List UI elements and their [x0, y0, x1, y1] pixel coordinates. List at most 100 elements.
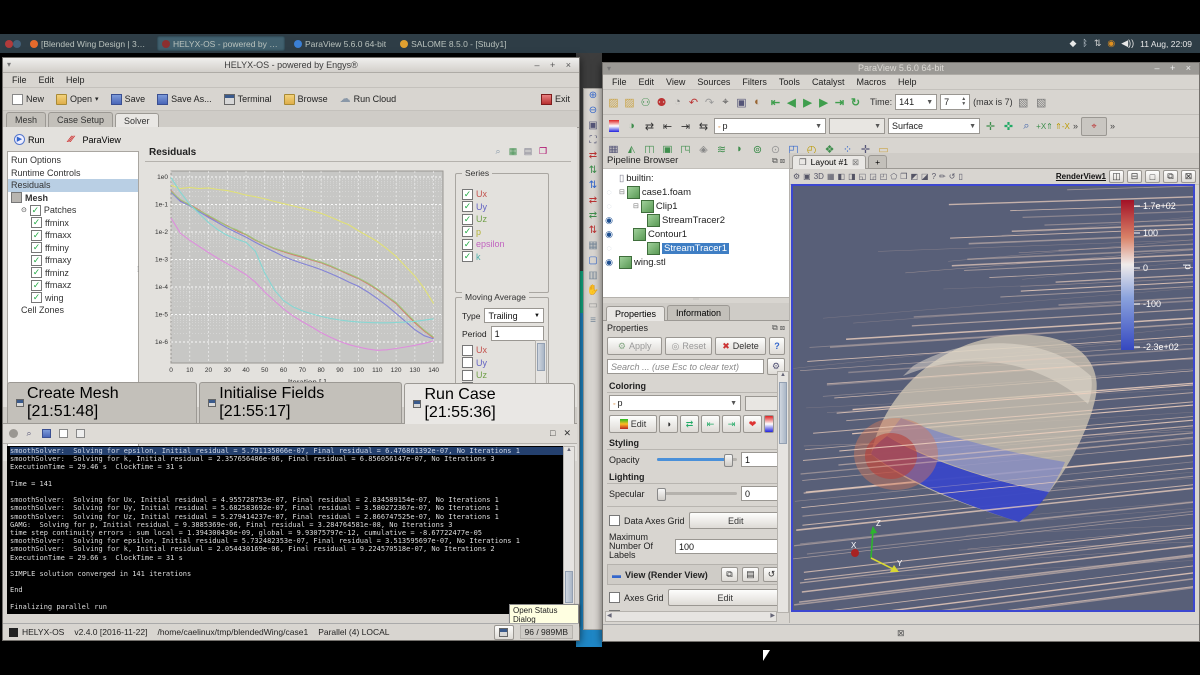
- pipeline-item-case1foam[interactable]: ◌⊟case1.foam: [603, 185, 789, 199]
- tree-item-mesh[interactable]: Mesh: [8, 192, 138, 205]
- reset-camera-icon[interactable]: ✛: [983, 119, 998, 134]
- palette-icon[interactable]: ◐: [750, 95, 765, 110]
- pan-icon[interactable]: ✋: [586, 285, 601, 299]
- menu-help[interactable]: Help: [893, 77, 922, 87]
- tree-item-wing[interactable]: ✓wing: [8, 292, 138, 305]
- camera-undo-icon[interactable]: ◧: [838, 172, 846, 181]
- series-toggle-Uy[interactable]: ✓Uy: [462, 201, 548, 214]
- pipeline-item-streamtracer1[interactable]: ◌StreamTracer1: [603, 241, 789, 255]
- hover-cells-icon[interactable]: ?: [932, 172, 936, 181]
- select-cells-on-icon[interactable]: ◱: [859, 172, 867, 181]
- camera-minusy-icon[interactable]: ⇄: [586, 195, 601, 209]
- representation-combo[interactable]: Surface▼: [888, 118, 980, 134]
- console-clear-icon[interactable]: [74, 428, 86, 440]
- checkbox[interactable]: [462, 370, 473, 381]
- tree-item-run-options[interactable]: Run Options: [8, 154, 138, 167]
- visibility-eye-icon[interactable]: ◉: [603, 229, 615, 240]
- capture-icon[interactable]: ▣: [803, 172, 811, 181]
- taskbar-window-paraview-icon[interactable]: ParaView 5.6.0 64-bit: [289, 36, 391, 51]
- disconnect-icon[interactable]: ⚉: [654, 95, 669, 110]
- helyx-window-buttons[interactable]: – + ×: [534, 58, 575, 72]
- console-search-icon[interactable]: ⌕: [23, 428, 35, 440]
- console-copy-icon[interactable]: [57, 428, 69, 440]
- play-icon[interactable]: ▶: [800, 95, 815, 110]
- visibility-eye-icon[interactable]: ◌: [603, 243, 615, 253]
- tree-item-ffminz[interactable]: ✓ffminz: [8, 267, 138, 280]
- browse-button[interactable]: Browse: [279, 91, 333, 108]
- data-axes-grid-edit-button[interactable]: Edit: [689, 512, 783, 529]
- new-button[interactable]: New: [7, 91, 49, 108]
- tree-item-ffmaxy[interactable]: ✓ffmaxy: [8, 254, 138, 267]
- properties-search-input[interactable]: Search ... (use Esc to clear text): [607, 359, 764, 374]
- tab-case-setup[interactable]: Case Setup: [48, 112, 113, 127]
- hover-points-icon[interactable]: ✏: [939, 172, 946, 181]
- terminal-tab-initialise[interactable]: Initialise Fields [21:55:17]: [199, 382, 402, 423]
- undo-icon[interactable]: ↶: [686, 95, 701, 110]
- statusbar-close-icon[interactable]: ⊠: [897, 628, 905, 639]
- colormap-preset-icon[interactable]: [764, 415, 774, 433]
- max-labels-input[interactable]: 100: [675, 539, 783, 554]
- menu-sources[interactable]: Sources: [692, 77, 735, 87]
- camera-redo-icon[interactable]: ◨: [848, 172, 856, 181]
- open-button[interactable]: Open▾: [51, 91, 104, 108]
- taskbar-window-firefox-icon[interactable]: [Blended Wing Design | 3D ...: [25, 36, 153, 51]
- tab-properties[interactable]: Properties: [606, 306, 665, 321]
- view-maximize-icon[interactable]: □: [1145, 170, 1160, 183]
- tree-item-runtime-controls[interactable]: Runtime Controls: [8, 167, 138, 180]
- loop-icon[interactable]: ↻: [848, 95, 863, 110]
- next-frame-icon[interactable]: ▶: [816, 95, 831, 110]
- copy-view-icon[interactable]: ⧉: [721, 567, 738, 582]
- menu-help[interactable]: Help: [61, 75, 90, 85]
- pipeline-item-builtin[interactable]: ▯builtin:: [603, 171, 789, 185]
- series-toggle-k[interactable]: ✓k: [462, 251, 548, 264]
- rescale-time-icon[interactable]: ⇥: [678, 119, 693, 134]
- interactive-points-icon[interactable]: ◪: [921, 172, 929, 181]
- visibility-eye-icon[interactable]: ◌: [603, 201, 615, 211]
- terminal-button[interactable]: Terminal: [219, 91, 277, 108]
- tab-solver[interactable]: Solver: [115, 113, 159, 128]
- run-cloud-button[interactable]: ☁Run Cloud: [335, 91, 402, 108]
- view-close-icon[interactable]: ⊠: [1181, 170, 1196, 183]
- layout-add-tab[interactable]: +: [868, 155, 887, 168]
- expander-icon[interactable]: ⊟: [633, 202, 639, 210]
- expander-icon[interactable]: ⊟: [619, 188, 625, 196]
- interactive-cells-icon[interactable]: ◩: [910, 172, 918, 181]
- tab-mesh[interactable]: Mesh: [6, 112, 46, 127]
- checkbox[interactable]: ✓: [31, 255, 42, 266]
- window-menu-icon[interactable]: ▾: [607, 63, 611, 74]
- checkbox[interactable]: [11, 192, 22, 203]
- exit-button[interactable]: Exit: [536, 91, 575, 108]
- edit-colormap-button[interactable]: Edit: [609, 415, 657, 433]
- select-block-icon[interactable]: ❒: [900, 172, 907, 181]
- open-in-paraview-button[interactable]: ∕∕∕ ParaView: [64, 131, 126, 148]
- checkbox[interactable]: [462, 345, 473, 356]
- menu-file[interactable]: File: [607, 77, 632, 87]
- checkbox[interactable]: ✓: [462, 201, 473, 212]
- console-close-icon[interactable]: ✕: [563, 428, 571, 439]
- rescale-data-icon[interactable]: ⇄: [642, 119, 657, 134]
- camera-plusy-icon[interactable]: ⇅: [586, 180, 601, 194]
- view-swap-icon[interactable]: ⧉: [1163, 170, 1178, 183]
- menu-macros[interactable]: Macros: [851, 77, 891, 87]
- toolbar-overflow-chevron[interactable]: »: [1073, 121, 1078, 131]
- menu-catalyst[interactable]: Catalyst: [807, 77, 850, 87]
- volume-icon[interactable]: ◀)): [1121, 38, 1134, 49]
- series-toggle-p[interactable]: ✓p: [462, 226, 548, 239]
- terminal-scrollbar[interactable]: ▲ ▼: [563, 446, 575, 614]
- tree-item-ffmaxz[interactable]: ✓ffmaxz: [8, 279, 138, 292]
- ma-toggle-Uz[interactable]: Uz: [462, 369, 544, 382]
- ma-period-input[interactable]: 1: [491, 326, 544, 341]
- zoom-out-icon[interactable]: ⊖: [586, 105, 601, 119]
- menu-tools[interactable]: Tools: [774, 77, 805, 87]
- terminal-output[interactable]: smoothSolver: Solving for epsilon, Initi…: [7, 446, 567, 614]
- taskbar-window-helyx-icon[interactable]: HELYX-OS - powered by Engy...: [157, 36, 285, 51]
- terminal-tab-run[interactable]: Run Case [21:55:36]: [404, 383, 575, 424]
- rescale-temporal-icon[interactable]: ⇥: [722, 415, 741, 433]
- select-frustum-icon[interactable]: ◰: [880, 172, 888, 181]
- checkbox[interactable]: ✓: [31, 242, 42, 253]
- rescale-visible-icon[interactable]: ⇆: [696, 119, 711, 134]
- window-menu-icon[interactable]: ▾: [7, 58, 11, 72]
- terminal-tab-create[interactable]: Create Mesh [21:51:48]: [7, 382, 197, 423]
- checkbox[interactable]: ✓: [30, 205, 41, 216]
- view-section-header[interactable]: View (Render View): [625, 570, 717, 580]
